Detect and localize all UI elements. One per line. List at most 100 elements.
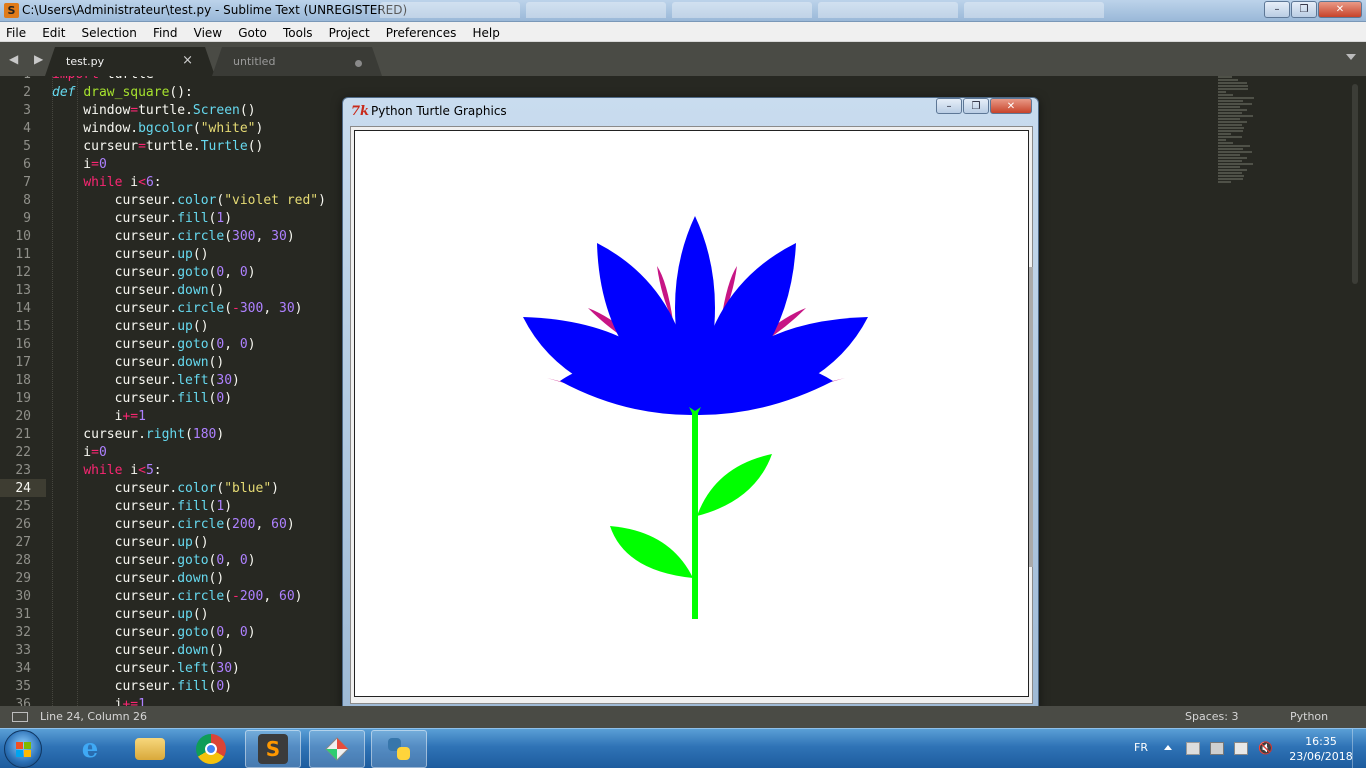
line-number: 16 (15, 337, 31, 352)
code-token: 5 (145, 463, 154, 478)
code-token: () (208, 355, 225, 370)
code-token: 30 (279, 301, 295, 316)
code-token: ( (185, 427, 193, 442)
code-token: ( (224, 517, 233, 532)
code-token: curseur. (52, 589, 178, 604)
menu-file[interactable]: File (0, 23, 31, 43)
windows-taskbar: e S FR 🔇 16:35 23/06/2018 (0, 728, 1366, 768)
menu-tools[interactable]: Tools (277, 23, 318, 43)
chrome-button[interactable] (183, 730, 239, 768)
code-token: ) (255, 121, 264, 136)
menu-find[interactable]: Find (147, 23, 183, 43)
close-button[interactable]: ✕ (1318, 1, 1362, 18)
code-token: curseur. (52, 229, 178, 244)
code-token: window. (52, 121, 139, 136)
code-token: += (122, 409, 139, 424)
code-token: ) (247, 625, 256, 640)
syntax-selector[interactable]: Python (1290, 710, 1328, 723)
power-icon[interactable] (1210, 742, 1224, 755)
sublime-text-icon: S (258, 734, 288, 764)
minimap-line (1218, 160, 1243, 162)
tab-nav-arrows[interactable]: ◀ ▶ (9, 52, 49, 66)
line-number: 33 (15, 643, 31, 658)
menu-view[interactable]: View (188, 23, 227, 43)
turtle-maximize-button[interactable]: ❒ (963, 98, 989, 114)
clock[interactable]: 16:35 23/06/2018 (1286, 734, 1356, 764)
file-explorer-icon (135, 738, 165, 760)
generic-app-button[interactable] (309, 730, 365, 768)
indentation-setting[interactable]: Spaces: 3 (1185, 710, 1238, 723)
code-token: fill (177, 391, 209, 406)
menu-goto[interactable]: Goto (232, 23, 272, 43)
language-indicator[interactable]: FR (1134, 741, 1148, 754)
code-token: () (192, 247, 209, 262)
menu-preferences[interactable]: Preferences (380, 23, 462, 43)
code-token: up (177, 319, 193, 334)
code-token: up (177, 607, 193, 622)
menu-project[interactable]: Project (323, 23, 375, 43)
code-token: left (177, 373, 209, 388)
line-number: 32 (15, 625, 31, 640)
code-token: = (138, 139, 146, 154)
tab-test-py[interactable]: test.py × (45, 47, 215, 76)
minimap-line (1218, 154, 1240, 156)
code-token: () (208, 571, 225, 586)
tab-untitled[interactable]: untitled (212, 47, 382, 76)
code-token: curseur. (52, 553, 178, 568)
code-token: 1 (138, 409, 146, 424)
menu-edit[interactable]: Edit (36, 23, 70, 43)
code-token: circle (177, 301, 225, 316)
code-token: curseur. (52, 607, 178, 622)
code-line[interactable]: import turtle (52, 76, 952, 85)
volume-muted-icon[interactable]: 🔇 (1258, 742, 1273, 755)
code-token: curseur. (52, 535, 178, 550)
chevron-down-icon[interactable] (1346, 54, 1356, 60)
minimap-line (1218, 178, 1244, 180)
turtle-minimize-button[interactable]: – (936, 98, 962, 114)
menu-selection[interactable]: Selection (76, 23, 142, 43)
code-token: window (52, 103, 131, 118)
line-number: 31 (15, 607, 31, 622)
turtle-graphics-window[interactable]: 7k Python Turtle Graphics – ❒ ✕ (342, 97, 1039, 709)
minimize-button[interactable]: – (1264, 1, 1290, 18)
code-token: 30 (216, 373, 233, 388)
turtle-canvas-frame (350, 126, 1033, 704)
close-tab-icon[interactable]: × (182, 53, 193, 68)
unsaved-dot-icon[interactable] (355, 60, 362, 67)
turtle-close-button[interactable]: ✕ (990, 98, 1032, 114)
file-explorer-button[interactable] (122, 730, 178, 768)
line-number: 3 (23, 103, 31, 118)
minimap-line (1218, 118, 1240, 120)
code-token: < (138, 175, 146, 190)
background-browser-tabs (380, 2, 1220, 20)
code-token: ) (224, 211, 233, 226)
panel-toggle-icon[interactable] (12, 712, 28, 722)
minimap-line (1218, 148, 1244, 150)
editor-scrollbar[interactable] (1352, 84, 1358, 284)
turtle-window-title: Python Turtle Graphics (371, 104, 507, 118)
show-hidden-icons-icon[interactable] (1164, 745, 1172, 750)
menu-help[interactable]: Help (466, 23, 504, 43)
turtle-canvas[interactable] (354, 130, 1029, 697)
code-token: up (177, 535, 193, 550)
internet-explorer-button[interactable]: e (62, 730, 118, 768)
sublime-text-button[interactable]: S (245, 730, 301, 768)
code-token: right (145, 427, 186, 442)
network-icon[interactable] (1234, 742, 1248, 755)
sublime-icon: S (4, 3, 19, 18)
python-button[interactable] (371, 730, 427, 768)
action-center-icon[interactable] (1186, 742, 1200, 755)
code-token: 0 (98, 157, 107, 172)
maximize-button[interactable]: ❒ (1291, 1, 1317, 18)
code-token: 0 (239, 625, 248, 640)
line-number: 1 (0, 76, 40, 85)
minimap[interactable] (1218, 76, 1258, 216)
code-token: ) (216, 427, 225, 442)
code-token: ) (286, 229, 295, 244)
code-token: () (192, 319, 209, 334)
minimap-line (1218, 112, 1243, 114)
start-button[interactable] (4, 730, 42, 768)
show-desktop-button[interactable] (1352, 729, 1366, 768)
turtle-scrollbar[interactable] (1029, 267, 1033, 567)
line-number: 28 (15, 553, 31, 568)
